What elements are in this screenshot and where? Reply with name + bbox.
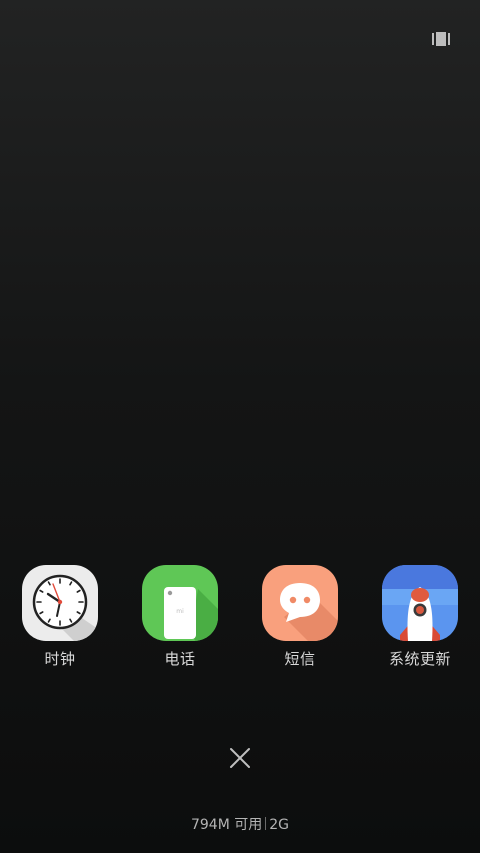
memory-total: 2G [269, 817, 290, 833]
message-icon [262, 565, 338, 641]
clock-icon [22, 565, 98, 641]
phone-icon: mi [142, 565, 218, 641]
recent-app-system-update[interactable]: 系统更新 [370, 565, 470, 675]
clear-all-button[interactable] [222, 740, 258, 776]
app-label: 短信 [284, 650, 316, 668]
recent-app-messages[interactable]: 短信 [250, 565, 350, 675]
close-icon [230, 748, 250, 768]
recent-app-phone[interactable]: mi 电话 [130, 565, 230, 675]
app-label: 时钟 [44, 650, 76, 668]
recent-apps-list: 时钟 mi 电话 短信 系统更新 [0, 565, 480, 675]
app-label: 系统更新 [388, 650, 451, 668]
svg-text:mi: mi [176, 608, 184, 615]
card-view-icon [432, 32, 450, 46]
memory-divider [265, 817, 267, 830]
memory-status: 794M 可用 2G [0, 816, 480, 834]
recent-app-clock[interactable]: 时钟 [10, 565, 110, 675]
app-label: 电话 [164, 650, 196, 668]
memory-available: 794M 可用 [190, 817, 263, 833]
system-update-icon [382, 565, 458, 641]
view-toggle-button[interactable] [432, 31, 450, 46]
